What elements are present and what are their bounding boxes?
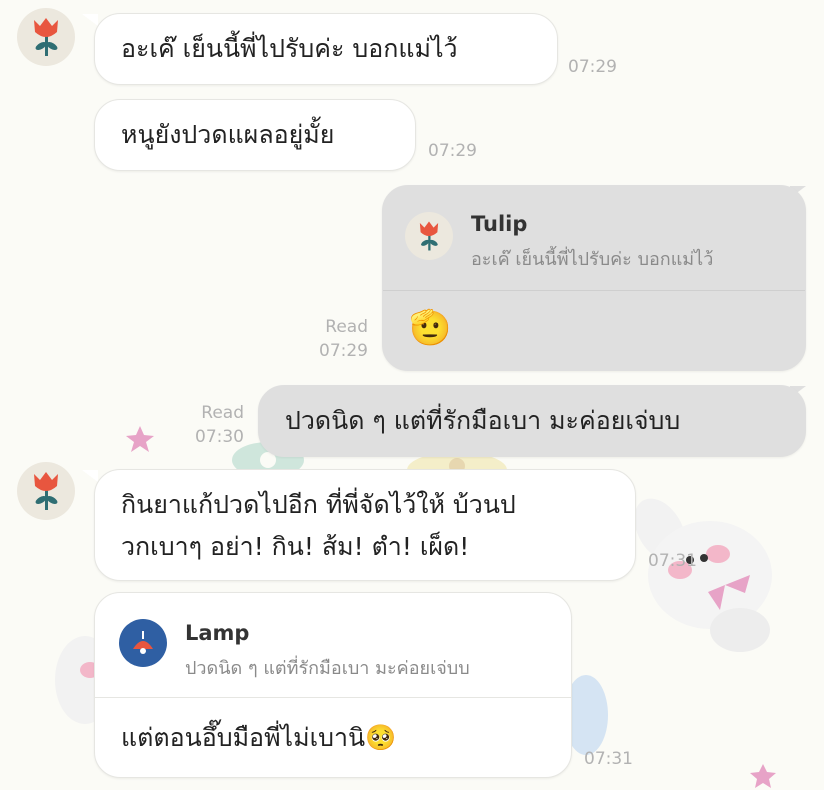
message-text: หนูยังปวดแผลอยู่มั้ย [121, 120, 335, 149]
message-bubble[interactable]: กินยาแก้ปวดไปอีก ที่พี่จัดไว้ให้ บ้วนป ว… [94, 469, 636, 581]
message-time: 07:29 [568, 57, 617, 77]
bubble-tail [82, 14, 98, 26]
star-sticker-icon [126, 426, 154, 452]
message-time: 07:29 [319, 341, 368, 361]
message-bubble[interactable]: อะเค๊ เย็นนี้พี่ไปรับค่ะ บอกแม่ไว้ [94, 13, 558, 85]
reply-quote-text: ปวดนิด ๆ แต่ที่รักมือเบา มะค่อยเจ่บบ [185, 658, 470, 679]
reply-message-bubble[interactable]: Tulip อะเค๊ เย็นนี้พี่ไปรับค่ะ บอกแม่ไว้… [382, 185, 806, 371]
message-bubble[interactable]: หนูยังปวดแผลอยู่มั้ย [94, 99, 416, 171]
tulip-avatar[interactable] [17, 462, 75, 520]
bunny-sticker-icon [634, 498, 772, 652]
tulip-icon [34, 472, 58, 510]
message-text-line: วกเบาๆ อย่า! กิน! ส้ม! ตำ! เผ็ด! [121, 532, 470, 561]
reply-quote-text: อะเค๊ เย็นนี้พี่ไปรับค่ะ บอกแม่ไว้ [471, 249, 714, 270]
reply-message-bubble[interactable]: Lamp ปวดนิด ๆ แต่ที่รักมือเบา มะค่อยเจ่บ… [94, 592, 572, 778]
lamp-icon [133, 631, 153, 654]
message-text: แต่ตอนอึ๊บมือพี่ไม่เบานิ🥺 [121, 723, 397, 752]
reply-divider [95, 697, 571, 698]
message-text: ปวดนิด ๆ แต่ที่รักมือเบา มะค่อยเจ่บบ [285, 406, 681, 435]
message-time: 07:29 [428, 141, 477, 161]
salute-emoji: 🫡 [409, 308, 452, 348]
message-text-line: กินยาแก้ปวดไปอีก ที่พี่จัดไว้ให้ บ้วนป [121, 490, 516, 519]
bubble-tail [82, 470, 98, 482]
lamp-avatar [119, 619, 167, 667]
message-time: 07:31 [584, 749, 633, 769]
read-status: Read [201, 403, 244, 423]
tulip-avatar[interactable] [17, 8, 75, 66]
reply-sender-name: Tulip [471, 212, 528, 236]
reply-divider [383, 290, 805, 291]
tulip-icon [419, 221, 439, 251]
read-status: Read [325, 317, 368, 337]
message-time: 07:30 [195, 427, 244, 447]
tulip-avatar [405, 212, 453, 260]
message-text: อะเค๊ เย็นนี้พี่ไปรับค่ะ บอกแม่ไว้ [121, 34, 458, 63]
star-sticker-icon [750, 764, 776, 788]
message-bubble[interactable]: ปวดนิด ๆ แต่ที่รักมือเบา มะค่อยเจ่บบ [258, 385, 806, 457]
message-time: 07:31 [648, 551, 697, 571]
reply-sender-name: Lamp [185, 621, 250, 645]
tulip-icon [34, 18, 58, 56]
